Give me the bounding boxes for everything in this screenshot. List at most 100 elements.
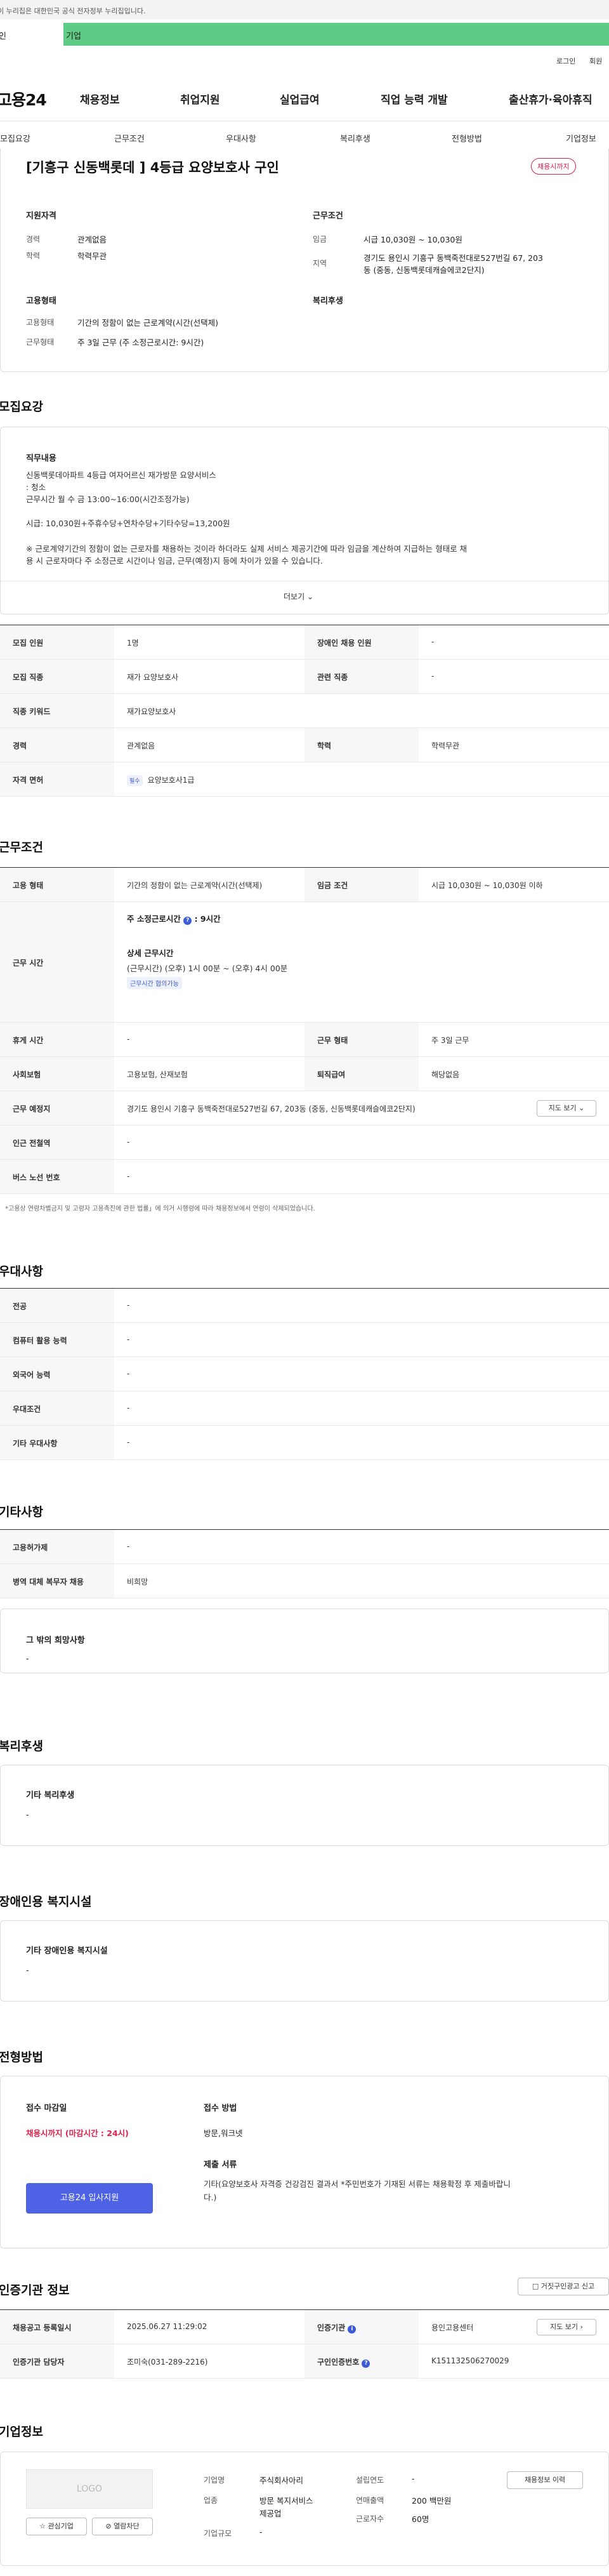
tab-welfare[interactable]: 복리후생 [340, 132, 370, 144]
disab-box: 기타 장애인용 복지시설 - [0, 1920, 609, 2002]
company-info-label: 설립연도 [356, 2476, 384, 2485]
apply-button[interactable]: 고용24 입사지원 [26, 2183, 153, 2214]
row-value: - [127, 1542, 130, 1551]
cond-title: 근무조건 [313, 211, 343, 221]
banner-text[interactable]: 기업 [66, 29, 81, 41]
map-button[interactable]: 지도 보기 ⌄ [537, 1100, 596, 1117]
method-value: 방문,워크넷 [204, 2128, 243, 2138]
work-hours-row: 근무 시간 주 소정근로시간 ? : 9시간 상세 근무시간 (근무시간) (오… [0, 902, 609, 1023]
company-info-value: 주식회사아리 [259, 2476, 304, 2485]
docs-value: 기타(요양보호사 자격증 건강검진 결과서 *주민번호가 기재된 서류는 채용확… [204, 2179, 511, 2189]
welfare-title: 복리후생 [313, 296, 343, 306]
duty-line: 시급: 10,030원+주휴수당+연차수당+기타수당=13,200원 [26, 519, 230, 528]
row-value: - [127, 1172, 130, 1181]
tab-selection[interactable]: 전형방법 [452, 132, 482, 144]
row-value: - [127, 1335, 130, 1344]
etc-box-title: 그 밖의 희망사항 [26, 1636, 85, 1645]
login-link[interactable]: 로그인 [556, 56, 575, 66]
row-value: 비희망 [127, 1577, 148, 1586]
company-info-value: 제공업 [259, 2509, 282, 2518]
tab-company[interactable]: 기업정보 [566, 132, 596, 144]
table-row: 모집 인원 1명 장애인 채용 인원 - [0, 625, 609, 660]
cond-value: 동 (중동, 신동백롯데캐슬에코2단지) [363, 265, 485, 275]
tab-recruit[interactable]: 모집요강 [0, 132, 30, 144]
row-value: - [127, 1438, 130, 1447]
work-section-title: 근무조건 [0, 840, 43, 854]
nav-jobs[interactable]: 채용정보 [80, 91, 120, 107]
company-info-label: 기업규모 [204, 2529, 232, 2538]
banner-left: 인 [0, 32, 6, 41]
row-label: 임금 조건 [317, 881, 348, 890]
favorite-button[interactable]: ☆ 관심기업 [26, 2518, 87, 2535]
qual-value: 학력무관 [77, 251, 107, 261]
company-info-value: 200 백만원 [412, 2496, 452, 2506]
row-value: - [431, 672, 435, 681]
agency-map-button[interactable]: 지도 보기 › [537, 2319, 596, 2335]
join-link[interactable]: 회원 [589, 56, 602, 66]
table-row: 버스 노선 번호 - [0, 1160, 609, 1194]
emp-value: 주 3일 근무 (주 소정근로시간: 9시간) [77, 338, 204, 347]
row-value: - [127, 1369, 130, 1378]
row-label: 외국어 능력 [13, 1371, 51, 1379]
row-value: 관계없음 [127, 741, 155, 750]
recruit-section-title: 모집요강 [0, 400, 43, 414]
agency-section-title: 인증기관 정보 [0, 2283, 70, 2297]
chevron-right-icon: › [580, 2323, 583, 2331]
hours-detail-title: 상세 근무시간 [127, 948, 174, 958]
etc-box-value: - [26, 1654, 29, 1663]
job-history-button[interactable]: 채용정보 이력 [507, 2471, 583, 2489]
company-info-value: - [412, 2474, 415, 2483]
row-value: 2025.06.27 11:29:02 [127, 2322, 207, 2331]
nav-employment-support[interactable]: 취업지원 [180, 91, 220, 107]
hours-main: 주 소정근로시간 ? : 9시간 [127, 914, 221, 925]
qual-label: 경력 [26, 235, 41, 244]
row-value: - [127, 1138, 130, 1146]
row-value: 시급 10,030원 ~ 10,030원 이하 [431, 881, 543, 890]
row-value: 용인고용센터 [431, 2323, 474, 2332]
table-row: 인근 전철역 - [0, 1125, 609, 1160]
status-badge: 채용시까지 [531, 158, 576, 175]
row-label: 근무 예정지 [13, 1105, 51, 1113]
table-row: 모집 직종 재가 요양보호사 관련 직종 - [0, 660, 609, 694]
cond-value: 경기도 용인시 기흥구 동백죽전대로527번길 67, 203 [363, 253, 543, 263]
row-label: 관련 직종 [317, 673, 348, 682]
table-row: 기타 우대사항 - [0, 1426, 609, 1460]
table-row: 전공 - [0, 1289, 609, 1323]
info-icon[interactable]: i [348, 2325, 357, 2334]
site-logo[interactable]: 고용24 [0, 88, 47, 110]
more-button[interactable]: 더보기 ⌄ [284, 591, 313, 602]
row-value: 학력무관 [431, 741, 460, 750]
row-value: 해당없음 [431, 1070, 460, 1079]
company-info-value: 방문 복지서비스 [259, 2496, 313, 2506]
table-row: 고용 형태 기간의 정함이 없는 근로계약(시간(선택제) 임금 조건 시급 1… [0, 868, 609, 902]
info-icon[interactable]: ? [362, 2360, 370, 2368]
table-row: 사회보험 고용보험, 산재보험 퇴직급여 해당없음 [0, 1057, 609, 1091]
benefit-section-title: 복리후생 [0, 1739, 43, 1753]
row-label: 버스 노선 번호 [13, 1173, 60, 1182]
row-value: 필수 요양보호사1급 [127, 774, 194, 786]
job-title: [기흥구 신동백롯데 ] 4등급 요양보호사 구인 [26, 160, 279, 175]
disab-box-title: 기타 장애인용 복지시설 [26, 1946, 108, 1956]
row-label: 근무 형태 [317, 1036, 348, 1045]
disab-box-value: - [26, 1965, 29, 1975]
row-label: 경력 [13, 741, 27, 750]
required-badge: 필수 [127, 775, 143, 786]
job-summary-card: [기흥구 신동백롯데 ] 4등급 요양보호사 구인 채용시까지 지원자격 경력 … [0, 149, 609, 372]
table-row: 컴퓨터 활용 능력 - [0, 1323, 609, 1357]
emp-title: 고용형태 [26, 296, 56, 306]
nav-unemployment-benefit[interactable]: 실업급여 [280, 91, 320, 107]
emp-label: 고용형태 [26, 318, 55, 327]
more-label: 더보기 [284, 592, 305, 601]
nav-parental-leave[interactable]: 출산휴가·육아휴직 [509, 91, 593, 107]
nav-job-training[interactable]: 직업 능력 개발 [381, 91, 448, 107]
company-logo: LOGO [26, 2469, 153, 2509]
duty-line: ※ 근로계약기간의 정함이 없는 근로자를 채용하는 것이라 하더라도 실제 서… [26, 544, 468, 554]
row-label: 자격 면허 [13, 776, 44, 785]
row-label: 인근 전철역 [13, 1139, 51, 1148]
block-button[interactable]: ⊘ 열람차단 [92, 2518, 153, 2535]
tab-pref[interactable]: 우대사항 [226, 132, 256, 144]
age-note: *고용상 연령차별금지 및 고령자 고용촉진에 관한 법률」에 의거 시행령에 … [5, 1205, 315, 1212]
report-button[interactable]: □ 거짓구인광고 신고 [518, 2278, 609, 2295]
info-icon[interactable]: ? [183, 917, 192, 925]
tab-work[interactable]: 근무조건 [114, 132, 145, 144]
